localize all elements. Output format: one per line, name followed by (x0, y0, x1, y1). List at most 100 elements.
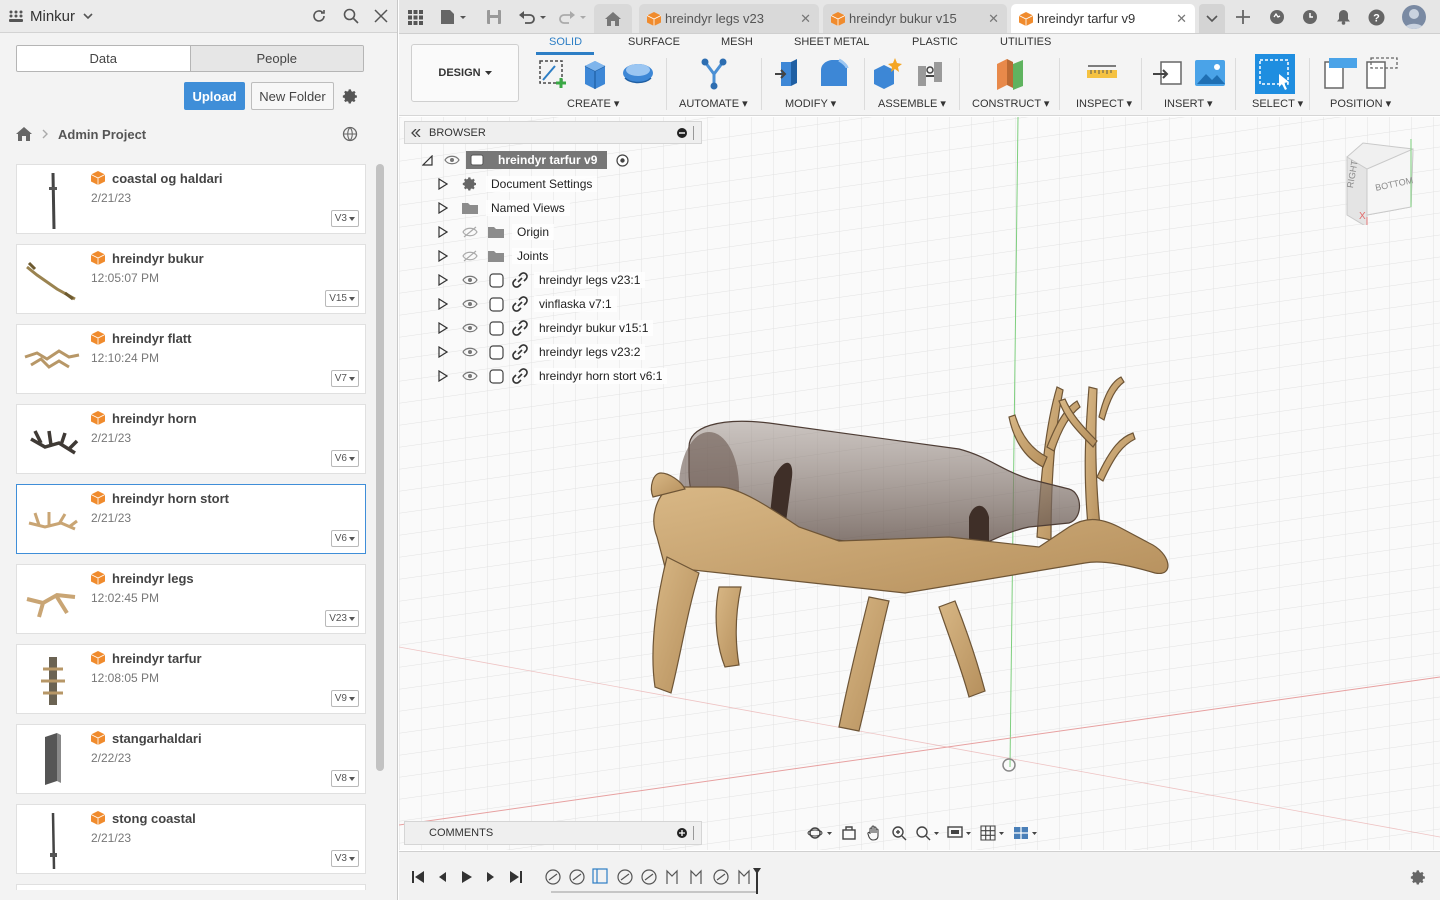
browser-node[interactable]: hreindyr legs v23:1 (436, 270, 646, 290)
fit-zoom-icon[interactable] (915, 825, 941, 841)
new-component-icon[interactable] (871, 56, 905, 90)
inspect-group[interactable]: INSPECT ▾ (1076, 97, 1132, 110)
go-to-end-icon[interactable] (507, 868, 525, 886)
display-settings-icon[interactable] (947, 825, 974, 841)
visibility-eye-icon[interactable] (460, 299, 480, 309)
browser-root-box[interactable]: hreindyr tarfur v9 (466, 151, 608, 169)
timeline-settings-gear-icon[interactable] (1409, 868, 1427, 886)
orbit-icon[interactable] (807, 825, 834, 841)
browser-node[interactable]: hreindyr horn stort v6:1 (436, 366, 668, 386)
browser-panel-header[interactable]: BROWSER (404, 121, 702, 144)
list-item[interactable]: hreindyr legs 12:02:45 PM V23 (16, 564, 366, 634)
expand-triangle-icon[interactable] (436, 202, 450, 214)
list-item[interactable]: stangarhaldari 2/22/23 V8 (16, 724, 366, 794)
list-item[interactable]: stong coastal 2/21/23 V3 (16, 804, 366, 874)
doc-tab[interactable]: hreindyr legs v23 ✕ (639, 4, 819, 33)
collapse-triangle-icon[interactable] (420, 154, 434, 166)
close-icon[interactable] (373, 9, 389, 23)
redo-icon[interactable] (557, 8, 589, 26)
viewports-icon[interactable] (1012, 825, 1039, 841)
user-avatar[interactable] (1402, 5, 1426, 29)
insert-derive-icon[interactable] (1151, 56, 1185, 90)
add-comment-icon[interactable] (675, 828, 689, 838)
offset-plane-icon[interactable] (993, 56, 1027, 90)
browser-root-node[interactable]: hreindyr tarfur v9 (420, 150, 631, 170)
help-icon[interactable]: ? (1366, 8, 1386, 26)
comments-panel-header[interactable]: COMMENTS (404, 821, 702, 845)
list-item[interactable]: hreindyr flatt 12:10:24 PM V7 (16, 324, 366, 394)
visibility-eye-icon[interactable] (460, 347, 480, 357)
browser-node[interactable]: vinflaska v7:1 (436, 294, 617, 314)
create-sketch-icon[interactable] (537, 56, 571, 90)
go-to-start-icon[interactable] (409, 868, 427, 886)
notifications-bell-icon[interactable] (1333, 8, 1353, 26)
list-item[interactable]: hreindyr bukur 12:05:07 PM V15 (16, 244, 366, 314)
collapse-panel-icon[interactable] (405, 128, 427, 137)
list-item[interactable]: hreindyr tarfur 12:08:05 PM V9 (16, 644, 366, 714)
look-at-icon[interactable] (840, 825, 859, 841)
step-back-icon[interactable] (433, 868, 451, 886)
chevron-down-icon[interactable] (83, 12, 93, 20)
close-tab-icon[interactable]: ✕ (800, 11, 811, 27)
expand-triangle-icon[interactable] (436, 298, 450, 310)
version-badge[interactable]: V8 (330, 770, 359, 787)
browser-node[interactable]: hreindyr bukur v15:1 (436, 318, 654, 338)
version-badge[interactable]: V15 (325, 290, 359, 307)
upload-button[interactable]: Upload (184, 82, 245, 110)
step-forward-icon[interactable] (481, 868, 499, 886)
file-menu-icon[interactable] (439, 8, 467, 26)
browser-node[interactable]: Named Views (436, 198, 570, 218)
tab-sheet-metal[interactable]: SHEET METAL (794, 36, 869, 48)
capture-position-icon[interactable] (1323, 56, 1357, 90)
extensions-icon[interactable] (1267, 8, 1287, 26)
tab-plastic[interactable]: PLASTIC (912, 36, 958, 48)
apps-grid-icon[interactable] (8, 8, 24, 24)
fillet-icon[interactable] (817, 56, 851, 90)
browser-node[interactable]: Document Settings (436, 174, 598, 194)
select-group[interactable]: SELECT ▾ (1252, 97, 1303, 110)
expand-triangle-icon[interactable] (436, 250, 450, 262)
breadcrumb-project[interactable]: Admin Project (58, 127, 146, 142)
expand-triangle-icon[interactable] (436, 370, 450, 382)
version-badge[interactable]: V9 (330, 690, 359, 707)
tab-utilities[interactable]: UTILITIES (1000, 36, 1051, 48)
close-tab-icon[interactable]: ✕ (1176, 11, 1187, 27)
expand-triangle-icon[interactable] (436, 178, 450, 190)
play-icon[interactable] (457, 868, 475, 886)
zoom-icon[interactable] (890, 825, 909, 841)
insert-group[interactable]: INSERT ▾ (1164, 97, 1213, 110)
list-item-selected[interactable]: hreindyr horn stort 2/21/23 V6 (16, 484, 366, 554)
job-status-clock-icon[interactable] (1300, 8, 1320, 26)
version-badge[interactable]: V7 (330, 370, 359, 387)
browser-options-icon[interactable] (675, 127, 689, 138)
settings-gear-icon[interactable] (341, 87, 359, 105)
joint-icon[interactable] (913, 56, 947, 90)
grid-settings-icon[interactable] (980, 825, 1007, 841)
list-item-partial[interactable] (16, 884, 366, 890)
browser-node[interactable]: hreindyr legs v23:2 (436, 342, 646, 362)
position-group[interactable]: POSITION ▾ (1330, 97, 1391, 110)
insert-canvas-icon[interactable] (1193, 56, 1227, 90)
tab-mesh[interactable]: MESH (721, 36, 753, 48)
panel-resize-handle[interactable] (693, 826, 699, 840)
revolve-icon[interactable] (621, 56, 655, 90)
revert-position-icon[interactable] (1365, 56, 1399, 90)
construct-group[interactable]: CONSTRUCT ▾ (972, 97, 1049, 110)
viewcube[interactable]: RIGHT BOTTOM X (1339, 135, 1419, 228)
save-icon[interactable] (485, 8, 503, 26)
doc-tab-active[interactable]: hreindyr tarfur v9 ✕ (1011, 4, 1195, 33)
panel-resize-handle[interactable] (693, 125, 699, 140)
list-item[interactable]: hreindyr horn 2/21/23 V6 (16, 404, 366, 474)
new-folder-button[interactable]: New Folder (251, 82, 334, 110)
canvas-grid-scene[interactable] (399, 117, 1440, 850)
version-badge[interactable]: V3 (330, 210, 359, 227)
automate-icon[interactable] (697, 56, 731, 90)
visibility-eye-icon[interactable] (442, 155, 462, 165)
canvas-viewport[interactable]: RIGHT BOTTOM X (399, 117, 1440, 850)
measure-icon[interactable] (1085, 56, 1119, 90)
press-pull-icon[interactable] (773, 56, 807, 90)
expand-triangle-icon[interactable] (436, 322, 450, 334)
automate-group[interactable]: AUTOMATE ▾ (679, 97, 748, 110)
create-group[interactable]: CREATE ▾ (567, 97, 619, 110)
search-icon[interactable] (341, 8, 361, 24)
